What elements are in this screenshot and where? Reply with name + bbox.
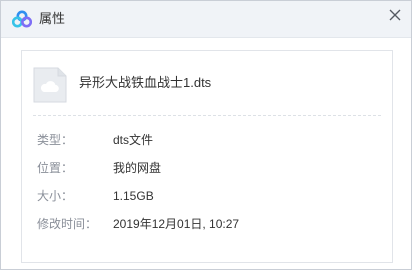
modified-time-label: 修改时间： (37, 217, 98, 231)
type-value: dts文件 (113, 133, 154, 147)
baidu-netdisk-cloud-icon (12, 10, 32, 28)
properties-dialog: 属性 异形大战铁血战士1.dts 类型： dts文件 位置： 我的网盘 大小： … (0, 0, 412, 270)
cloud-file-icon (33, 67, 67, 103)
location-value: 我的网盘 (113, 161, 162, 175)
location-label: 位置： (37, 161, 74, 175)
close-icon[interactable] (388, 8, 402, 22)
file-info-panel: 异形大战铁血战士1.dts 类型： dts文件 位置： 我的网盘 大小： 1.1… (21, 50, 393, 263)
divider (33, 115, 381, 116)
type-label: 类型： (37, 133, 74, 147)
size-value: 1.15GB (113, 189, 154, 203)
file-name: 异形大战铁血战士1.dts (79, 75, 212, 90)
size-label: 大小： (37, 189, 74, 203)
modified-time-value: 2019年12月01日, 10:27 (113, 217, 240, 231)
dialog-title: 属性 (39, 11, 66, 26)
dialog-titlebar: 属性 (1, 1, 411, 38)
